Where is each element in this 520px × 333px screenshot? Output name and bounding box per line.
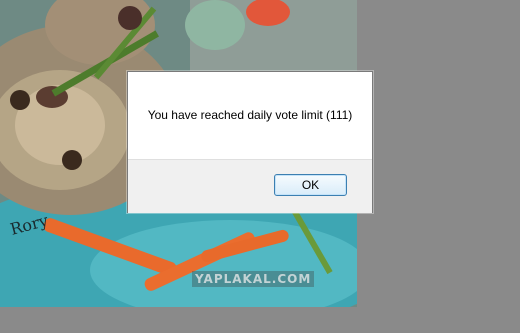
dialog-message-area: You have reached daily vote limit (111) <box>128 72 372 159</box>
alert-dialog: You have reached daily vote limit (111) … <box>127 71 373 213</box>
dialog-footer: OK <box>128 159 372 213</box>
dialog-message: You have reached daily vote limit (111) <box>147 108 353 122</box>
watermark: YAPLAKAL.COM <box>192 271 315 287</box>
ok-button[interactable]: OK <box>274 174 347 196</box>
